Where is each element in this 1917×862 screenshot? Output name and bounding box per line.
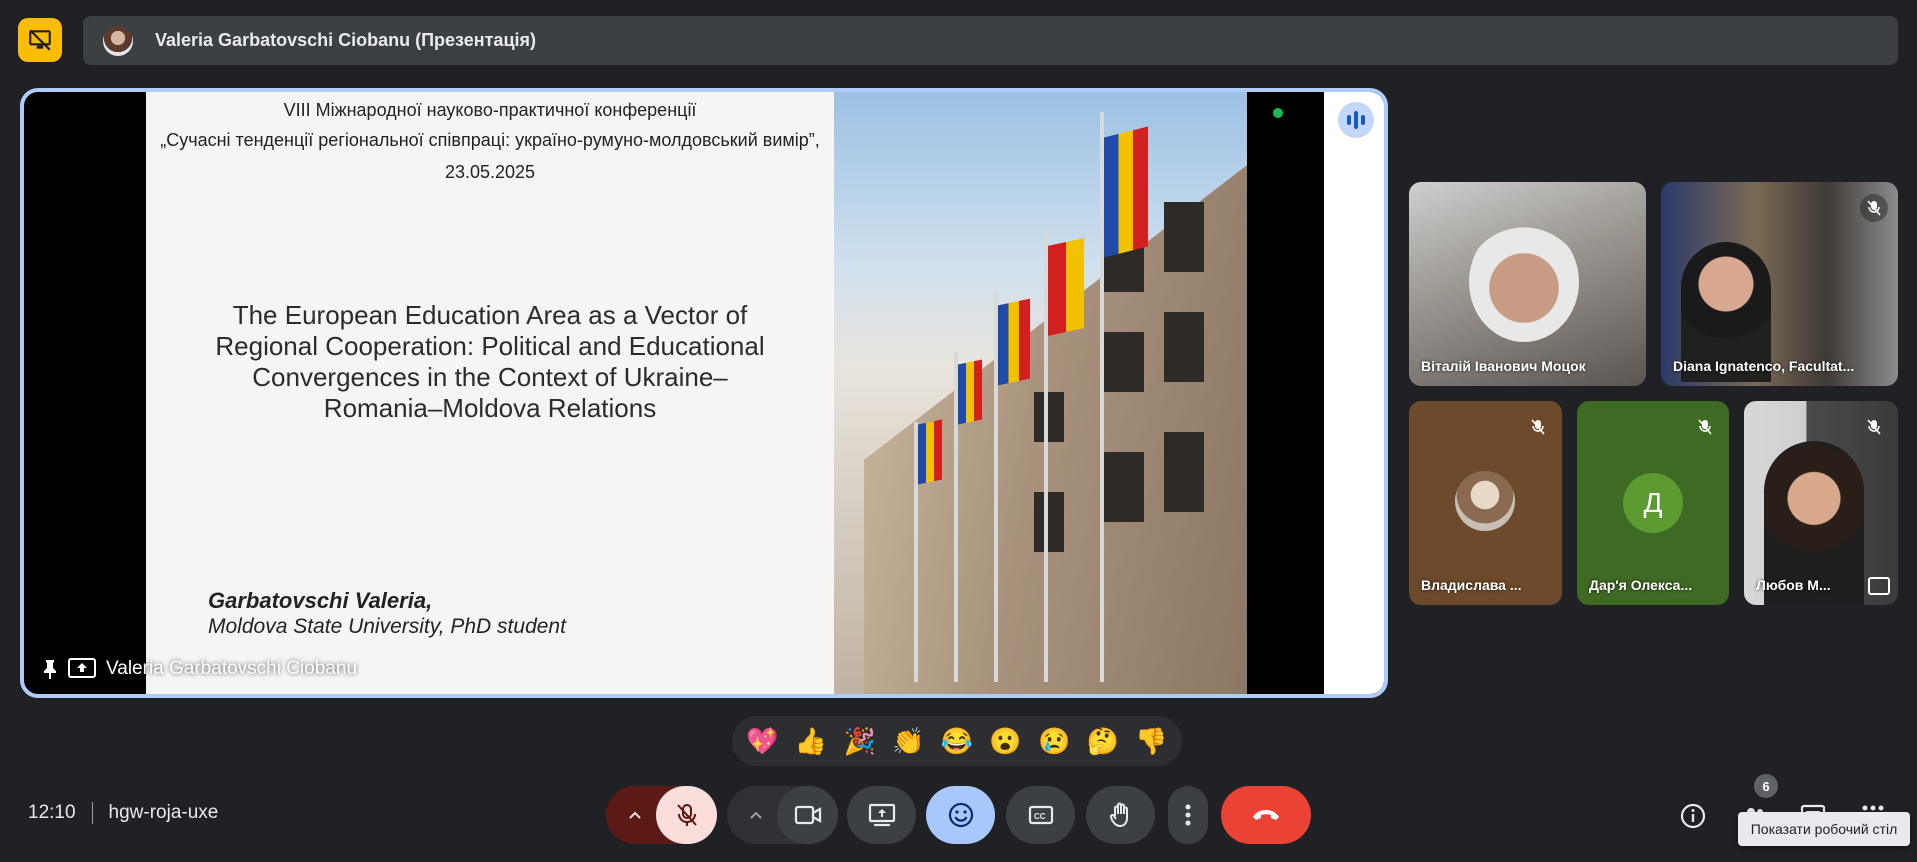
participant-name: Владислава ... xyxy=(1421,577,1522,593)
more-options-button[interactable] xyxy=(1168,786,1208,844)
participant-tile[interactable]: Владислава ... xyxy=(1409,401,1562,605)
present-now-button[interactable] xyxy=(847,786,916,844)
conference-date: 23.05.2025 xyxy=(444,162,536,182)
conference-line-2: „Сучасні тенденції регіональної співпрац… xyxy=(160,130,820,150)
captions-button[interactable]: CC xyxy=(1006,786,1075,844)
presenter-bar: Valeria Garbatovschi Ciobanu (Презентаці… xyxy=(83,16,1898,65)
participant-name: Любов М... xyxy=(1756,577,1831,593)
reaction-thumbs-up[interactable]: 👍 xyxy=(795,726,827,757)
meeting-code: hgw-roja-uxe xyxy=(108,802,219,823)
flag-image xyxy=(1048,238,1084,336)
reaction-party[interactable]: 🎉 xyxy=(843,726,875,757)
slide-title-line: The European Education Area as a Vector … xyxy=(232,300,748,330)
reaction-bar: 💖 👍 🎉 👏 😂 😮 😢 🤔 👎 xyxy=(732,716,1182,766)
slide-author-affiliation: Moldova State University, PhD student xyxy=(208,615,566,638)
participant-name: Diana Ignatenco, Facultat... xyxy=(1673,358,1855,374)
slide-building-image xyxy=(834,92,1247,694)
more-vert-icon xyxy=(1185,804,1191,826)
reactions-button[interactable] xyxy=(926,786,995,844)
presentation-slide: VIII Міжнародної науково-практичної конф… xyxy=(146,92,1331,694)
presentation-off-icon xyxy=(29,29,51,51)
end-call-icon xyxy=(1253,810,1279,820)
participant-tile[interactable]: Віталій Іванович Моцок xyxy=(1409,182,1646,386)
reaction-surprised[interactable]: 😮 xyxy=(989,726,1021,757)
tile-margin xyxy=(1324,92,1384,694)
emoji-smile-icon xyxy=(948,802,973,828)
slide-title-line: Regional Cooperation: Political and Educ… xyxy=(215,331,765,361)
presenter-name: Valeria Garbatovschi Ciobanu xyxy=(106,658,358,679)
participant-avatar xyxy=(1455,471,1515,531)
svg-text:CC: CC xyxy=(1034,812,1046,821)
presenter-avatar xyxy=(103,25,133,56)
mic-off-icon xyxy=(1860,413,1888,441)
raise-hand-icon xyxy=(1109,802,1128,828)
current-time: 12:10 xyxy=(28,802,76,823)
building-window xyxy=(1164,312,1204,382)
slide-title-line: Romania–Moldova Relations xyxy=(323,393,657,423)
reaction-clap[interactable]: 👏 xyxy=(892,726,924,757)
participant-tile[interactable]: Diana Ignatenco, Facultat... xyxy=(1661,182,1898,386)
slide-title-line: Convergences in the Context of Ukraine– xyxy=(252,362,728,392)
reaction-laugh[interactable]: 😂 xyxy=(941,726,973,757)
flag-image xyxy=(918,419,942,485)
building-window xyxy=(1164,202,1204,272)
slide-black-margin xyxy=(1247,92,1331,694)
building-window xyxy=(1164,432,1204,512)
flag-image xyxy=(1104,126,1148,258)
participant-tile[interactable]: Д Дар'я Олекса... xyxy=(1577,401,1729,605)
camera-toggle-button[interactable] xyxy=(777,786,838,844)
participant-initial-avatar: Д xyxy=(1623,473,1683,533)
participant-video xyxy=(1469,222,1579,342)
slide-author-name: Garbatovschi Valeria, xyxy=(208,588,433,613)
participant-name: Дар'я Олекса... xyxy=(1589,577,1693,593)
building-window xyxy=(1104,452,1144,522)
reaction-thinking[interactable]: 🤔 xyxy=(1087,726,1119,757)
speaking-indicator-icon xyxy=(1338,102,1374,138)
presentation-mode-icon[interactable] xyxy=(18,18,62,62)
chevron-up-icon xyxy=(629,811,641,819)
mic-off-icon xyxy=(1524,413,1552,441)
closed-captions-icon: CC xyxy=(1028,805,1053,825)
meeting-details-button[interactable] xyxy=(1673,796,1713,836)
mic-off-icon xyxy=(676,804,697,826)
status-dot xyxy=(1273,108,1283,118)
building-window xyxy=(1104,332,1144,392)
flag-image xyxy=(998,298,1030,386)
chevron-up-icon xyxy=(750,811,762,819)
show-desktop-tooltip: Показати робочий стіл xyxy=(1738,812,1910,846)
slide-title: The European Education Area as a Vector … xyxy=(176,300,804,424)
mic-off-icon xyxy=(1691,413,1719,441)
presentation-tile-label: Valeria Garbatovschi Ciobanu xyxy=(42,658,357,680)
leave-call-button[interactable] xyxy=(1221,786,1311,844)
pin-icon[interactable] xyxy=(42,659,58,679)
presenter-title: Valeria Garbatovschi Ciobanu (Презентаці… xyxy=(155,30,537,50)
building-window xyxy=(1034,392,1064,442)
presentation-tile[interactable]: VIII Міжнародної науково-практичної конф… xyxy=(20,88,1388,698)
screen-share-icon xyxy=(68,658,96,678)
flag-image xyxy=(958,359,982,425)
picture-in-picture-icon[interactable] xyxy=(1868,577,1890,595)
conference-line-1: VIII Міжнародної науково-практичної конф… xyxy=(283,100,697,120)
mic-off-icon xyxy=(1860,194,1888,222)
meeting-info: 12:10 hgw-roja-uxe xyxy=(28,802,218,824)
info-icon xyxy=(1680,803,1706,829)
video-camera-icon xyxy=(794,805,821,825)
divider xyxy=(91,802,93,824)
microphone-toggle-button[interactable] xyxy=(656,786,717,844)
slide-text-panel: VIII Міжнародної науково-практичної конф… xyxy=(146,92,834,694)
reaction-sad[interactable]: 😢 xyxy=(1038,726,1070,757)
reaction-heart[interactable]: 💖 xyxy=(746,726,778,757)
reaction-thumbs-down[interactable]: 👎 xyxy=(1135,726,1167,757)
participant-count-badge: 6 xyxy=(1754,774,1778,798)
building-window xyxy=(1034,492,1064,552)
participant-name: Віталій Іванович Моцок xyxy=(1421,358,1586,374)
present-screen-icon xyxy=(868,803,895,827)
participant-tile[interactable]: Любов М... xyxy=(1744,401,1898,605)
raise-hand-button[interactable] xyxy=(1086,786,1155,844)
